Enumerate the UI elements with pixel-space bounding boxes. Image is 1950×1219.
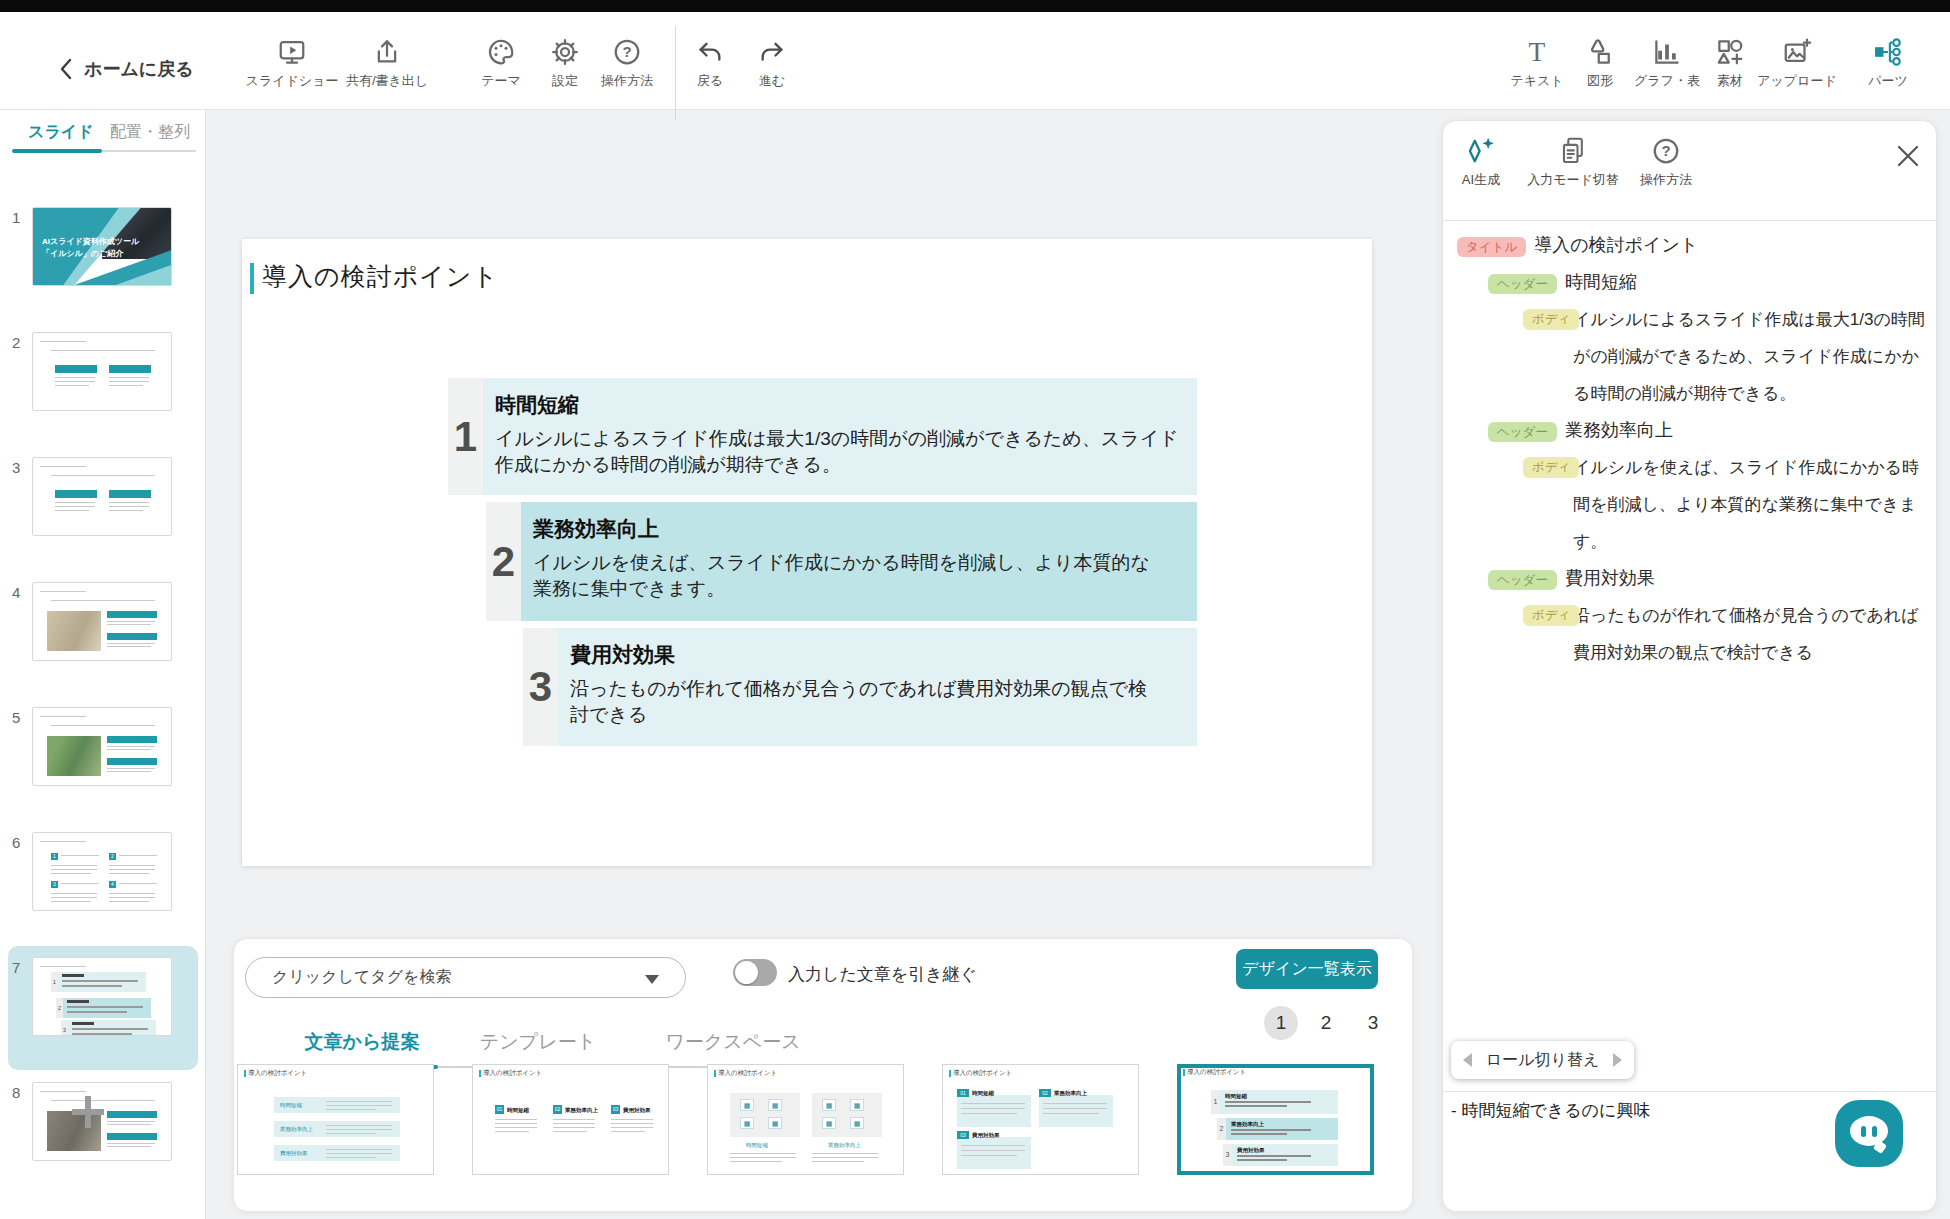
outline-tag-header: ヘッダー xyxy=(1488,422,1557,443)
input-mode-icon xyxy=(1556,134,1590,168)
outline-row-title[interactable]: タイトル導入の検討ポイント xyxy=(1443,227,1926,264)
chat-bubble-icon[interactable] xyxy=(1835,1100,1903,1167)
outline-tag-body: ボディ xyxy=(1523,605,1579,626)
carry-over-text-label: 入力した文章を引き継ぐ xyxy=(788,963,977,986)
toolbar-button-share-export[interactable]: 共有/書き出し xyxy=(332,36,442,90)
tag-search-placeholder: クリックしてタグを検索 xyxy=(272,967,451,988)
outline-row-header[interactable]: ヘッダー費用対効果 xyxy=(1443,560,1926,597)
toolbar-button-slideshow[interactable]: スライドショー xyxy=(237,36,347,90)
page-1[interactable]: 1 xyxy=(1264,1006,1298,1040)
carry-over-text-toggle[interactable] xyxy=(733,959,777,986)
design-tab-2[interactable]: ワークスペース xyxy=(665,1029,800,1055)
outline-tag-header: ヘッダー xyxy=(1488,274,1557,295)
window-top-strip xyxy=(0,0,1950,12)
slide-thumbnail-3[interactable] xyxy=(32,457,172,536)
share-export-icon xyxy=(371,36,403,68)
slide-number: 2 xyxy=(12,334,32,351)
role-switch-button[interactable]: ロール切り替え xyxy=(1451,1041,1634,1079)
outline-list: タイトル導入の検討ポイントヘッダー時間短縮ボディイルシルによるスライド作成は最大… xyxy=(1443,221,1936,671)
outline-tag-body: ボディ xyxy=(1523,457,1579,478)
design-tab-0[interactable]: 文章から提案 xyxy=(305,1029,420,1055)
slide-number: 4 xyxy=(12,584,32,601)
role-prev-icon[interactable] xyxy=(1463,1053,1472,1067)
slide-thumbnail-4[interactable] xyxy=(32,582,172,661)
redo-icon xyxy=(756,36,788,68)
slide-item-number: 3 xyxy=(523,628,558,746)
page-2[interactable]: 2 xyxy=(1309,1006,1343,1040)
outline-panel-divider xyxy=(1443,1091,1936,1092)
sidebar-tab-underline-rest xyxy=(102,150,196,152)
slide-number: 3 xyxy=(12,459,32,476)
slide-item[interactable]: 時間短縮イルシルによるスライド作成は最大1/3の時間がの削減ができるため、スライ… xyxy=(483,378,1197,495)
sidebar-tab-arrange[interactable]: 配置・整列 xyxy=(110,122,190,143)
slide-number: 6 xyxy=(12,834,32,851)
outline-row-body[interactable]: ボディイルシルを使えば、スライド作成にかかる時間を削減し、より本質的な業務に集中… xyxy=(1443,449,1926,560)
outline-row-body[interactable]: ボディ沿ったものが作れて価格が見合うのであれば費用対効果の観点で検討できる xyxy=(1443,597,1926,671)
memo-text: - 時間短縮できるのに興味 xyxy=(1451,1099,1650,1122)
page-3[interactable]: 3 xyxy=(1356,1006,1390,1040)
svg-text:?: ? xyxy=(1661,142,1670,159)
upload-icon xyxy=(1781,36,1813,68)
slide-number: 7 xyxy=(12,959,32,976)
design-suggestion-panel: クリックしてタグを検索 入力した文章を引き継ぐ デザイン一覧表示 文章から提案 テ… xyxy=(233,938,1413,1212)
role-switch-label: ロール切り替え xyxy=(1486,1050,1600,1071)
panel-action-ai-generate[interactable]: AI生成 xyxy=(1462,134,1500,189)
outline-tag-body: ボディ xyxy=(1523,309,1579,330)
slide-number: 5 xyxy=(12,709,32,726)
tag-search-input[interactable]: クリックしてタグを検索 xyxy=(245,957,686,998)
design-tab-1[interactable]: テンプレート xyxy=(480,1029,596,1055)
slide-number: 1 xyxy=(12,209,32,226)
toolbar-button-parts[interactable]: パーツ xyxy=(1833,36,1943,90)
ai-generate-icon xyxy=(1464,134,1498,168)
slide-item[interactable]: 費用対効果沿ったものが作れて価格が見合うのであれば費用対効果の観点で検討できる xyxy=(558,628,1197,746)
panel-action-input-mode[interactable]: 入力モード切替 xyxy=(1527,134,1619,189)
design-thumbnail-1[interactable]: 導入の検討ポイント時間短縮業務効率向上費用対効果 xyxy=(237,1064,434,1175)
outline-tag-title: タイトル xyxy=(1457,237,1526,258)
slideshow-icon xyxy=(276,36,308,68)
back-to-home-button[interactable]: ホームに戻る xyxy=(58,57,194,81)
design-thumbnail-2[interactable]: 導入の検討ポイント01時間短縮02業務効率向上03費用対効果 xyxy=(472,1064,669,1175)
back-to-home-label: ホームに戻る xyxy=(84,57,194,81)
slide-item-number: 1 xyxy=(448,378,483,495)
outline-row-header[interactable]: ヘッダー業務効率向上 xyxy=(1443,412,1926,449)
outline-row-header[interactable]: ヘッダー時間短縮 xyxy=(1443,264,1926,301)
toolbar-button-redo[interactable]: 進む xyxy=(717,36,827,90)
svg-text:?: ? xyxy=(622,43,631,60)
slide-item[interactable]: 業務効率向上イルシルを使えば、スライド作成にかかる時間を削減し、より本質的な業務… xyxy=(521,502,1197,621)
slide-thumbnail-6[interactable]: 1234 xyxy=(32,832,172,911)
slide-thumbnail-2[interactable] xyxy=(32,332,172,411)
help-icon: ? xyxy=(1649,134,1683,168)
slide-thumbnail-7[interactable]: 123 xyxy=(32,957,172,1036)
outline-row-body[interactable]: ボディイルシルによるスライド作成は最大1/3の時間がの削減ができるため、スライド… xyxy=(1443,301,1926,412)
slides-sidebar: スライド配置・整列 1AIスライド資料作成ツール「イルシル」のご紹介234561… xyxy=(0,110,206,1219)
outline-panel: AI生成入力モード切替?操作方法 タイトル導入の検討ポイントヘッダー時間短縮ボデ… xyxy=(1442,120,1937,1212)
design-thumbnail-3[interactable]: 導入の検討ポイント▦▦▦▦時間短縮▦▦▦▦業務効率向上 xyxy=(707,1064,904,1175)
design-thumbnail-5[interactable]: 導入の検討ポイント1時間短縮2業務効率向上3費用対効果 xyxy=(1177,1064,1374,1175)
slide-title-accent-bar xyxy=(250,263,254,294)
sidebar-tab-slides[interactable]: スライド xyxy=(28,122,94,143)
sidebar-tab-underline xyxy=(12,149,102,153)
svg-text:T: T xyxy=(1529,37,1546,67)
slide-thumbnail-5[interactable] xyxy=(32,707,172,786)
dropdown-caret-icon xyxy=(645,975,659,984)
role-next-icon[interactable] xyxy=(1613,1053,1622,1067)
toolbar: ホームに戻る スライドショー共有/書き出しテーマ設定?操作方法 戻る進む Tテキ… xyxy=(0,12,1950,110)
slide-title[interactable]: 導入の検討ポイント xyxy=(262,260,499,293)
design-thumbnail-4[interactable]: 導入の検討ポイント01時間短縮02業務効率向上03費用対効果 xyxy=(942,1064,1139,1175)
outline-tag-header: ヘッダー xyxy=(1488,570,1557,591)
parts-icon xyxy=(1872,36,1904,68)
help-icon: ? xyxy=(611,36,643,68)
outline-panel-header: AI生成入力モード切替 ?操作方法 xyxy=(1443,121,1936,221)
chevron-left-icon xyxy=(58,58,74,80)
design-list-button[interactable]: デザイン一覧表示 xyxy=(1236,949,1378,989)
slide-item-number: 2 xyxy=(486,502,521,621)
add-slide-button[interactable] xyxy=(72,1096,104,1128)
slide-canvas[interactable]: 導入の検討ポイント 1時間短縮イルシルによるスライド作成は最大1/3の時間がの削… xyxy=(242,239,1372,866)
panel-action-help[interactable]: ?操作方法 xyxy=(1640,134,1692,189)
close-icon[interactable] xyxy=(1895,143,1921,169)
slide-number: 8 xyxy=(12,1084,32,1101)
slide-thumbnail-1[interactable]: AIスライド資料作成ツール「イルシル」のご紹介 xyxy=(32,207,172,286)
